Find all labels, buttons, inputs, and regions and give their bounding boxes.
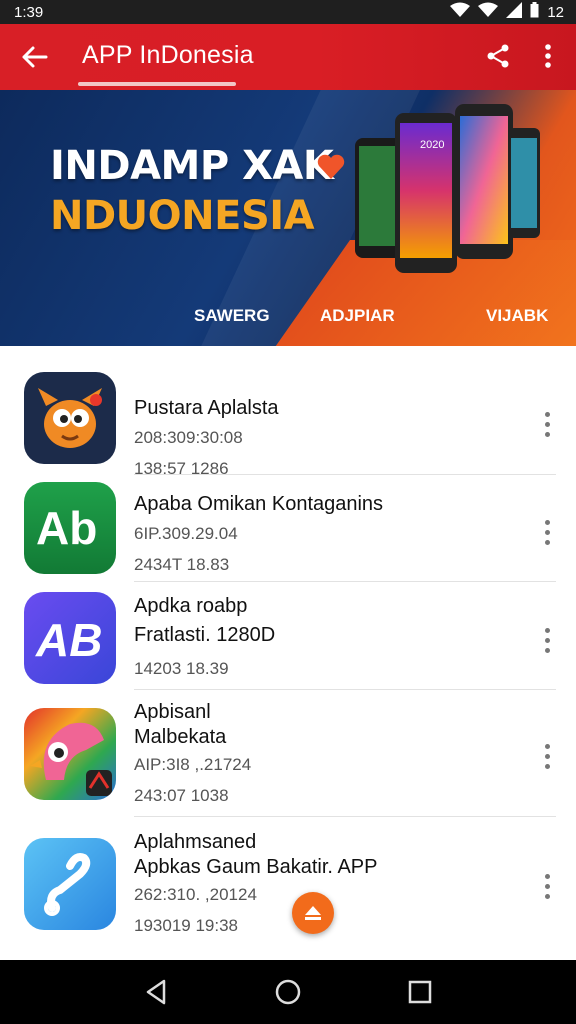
phones-illustration: 2020 [355, 104, 540, 273]
system-nav-bar [0, 960, 576, 1024]
app-version: AIP:3I8 ,.21724 [134, 755, 252, 774]
page-title: APP InDonesia [82, 41, 254, 69]
more-vert-icon[interactable] [536, 866, 558, 906]
signal-icon [478, 2, 499, 22]
circle-home-icon [275, 979, 301, 1005]
fab-button[interactable] [292, 892, 334, 934]
status-bar: 1:39 12 [0, 0, 576, 24]
triangle-back-icon [146, 979, 166, 1005]
nav-recents-button[interactable] [400, 972, 440, 1012]
svg-text:AB: AB [35, 614, 102, 666]
upload-icon [305, 906, 321, 920]
more-vert-icon[interactable] [536, 512, 558, 552]
share-icon [487, 44, 509, 68]
more-vert-icon[interactable] [536, 620, 558, 660]
status-time: 1:39 [14, 3, 44, 21]
banner-label-1: SAWERG [194, 306, 270, 325]
title-underline [78, 82, 236, 86]
more-vert-icon[interactable] [536, 736, 558, 776]
app-name: Apdka roabp [134, 595, 248, 617]
more-vert-icon [545, 44, 551, 68]
phone-screen-text: 2020 [420, 139, 444, 151]
list-item[interactable]: Aplahmsaned Apbkas Gaum Bakatir. APP 262… [0, 826, 576, 954]
back-button[interactable] [16, 39, 52, 75]
heart-icon [317, 154, 345, 179]
app-meta: 138:57 1286 [134, 459, 229, 478]
app-bar: APP InDonesia [0, 24, 576, 90]
parrot-icon [24, 708, 116, 800]
arrow-back-icon [22, 46, 48, 68]
ab-blue-icon: AB [24, 592, 116, 684]
list-item[interactable]: Ab Apaba Omikan Kontaganins 6IP.309.29.0… [0, 480, 576, 586]
ab-green-icon: Ab [24, 482, 116, 574]
app-meta: 14203 18.39 [134, 659, 229, 678]
app-name: Apaba Omikan Kontaganins [134, 493, 384, 515]
banner-headline-1: INDAMP XAK [50, 143, 334, 189]
promo-banner[interactable]: INDAMP XAK NDUONESIA SAWERG ADJPIAR VIJA… [0, 90, 576, 346]
app-version: 6IP.309.29.04 [134, 524, 238, 543]
app-name: Apbisanl [134, 701, 211, 723]
share-button[interactable] [482, 40, 514, 72]
app-meta: 243:07 1038 [134, 786, 229, 805]
overflow-menu-button[interactable] [534, 40, 562, 72]
app-meta: 2434T 18.83 [134, 555, 230, 574]
app-meta: 193019 19:38 [134, 916, 238, 935]
app-subtitle: Fratlasti. 1280D [134, 624, 276, 646]
list-item[interactable]: Pustara Aplalsta 208:309:30:08 138:57 12… [0, 370, 576, 478]
cartoon-creature-icon [24, 372, 116, 464]
battery-level: 12 [547, 3, 564, 21]
square-recents-icon [408, 980, 432, 1004]
status-icons: 12 [450, 2, 564, 22]
list-item[interactable]: AB Apdka roabp Fratlasti. 1280D 14203 18… [0, 588, 576, 692]
app-name: Aplahmsaned [134, 831, 257, 853]
battery-icon [530, 2, 539, 22]
svg-text:Ab: Ab [36, 502, 97, 554]
app-version: 208:309:30:08 [134, 428, 243, 447]
app-name: Pustara Aplalsta [134, 397, 279, 419]
more-vert-icon[interactable] [536, 404, 558, 444]
banner-headline-2: NDUONESIA [50, 193, 315, 239]
app-subtitle: Apbkas Gaum Bakatir. APP [134, 856, 378, 878]
nav-home-button[interactable] [268, 972, 308, 1012]
banner-label-2: ADJPIAR [320, 306, 395, 325]
banner-label-3: VIJABK [486, 306, 549, 325]
list-item[interactable]: Apbisanl Malbekata AIP:3I8 ,.21724 243:0… [0, 696, 576, 818]
nav-back-button[interactable] [136, 972, 176, 1012]
swirl-blue-icon [24, 838, 116, 930]
app-subtitle: Malbekata [134, 726, 227, 748]
cell-signal-icon [506, 2, 523, 22]
app-version: 262:310. ,20124 [134, 885, 257, 904]
wifi-icon [450, 2, 471, 22]
